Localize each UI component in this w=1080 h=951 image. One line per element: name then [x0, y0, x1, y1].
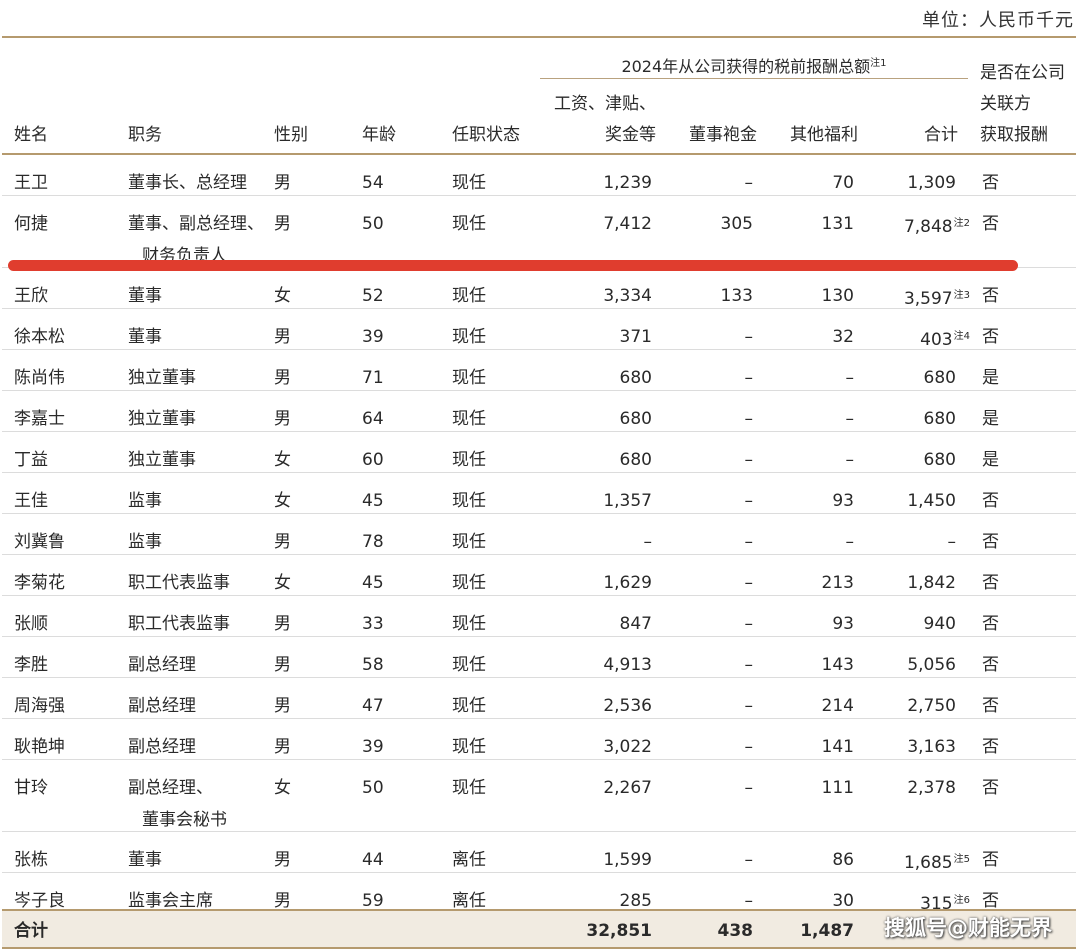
total-value: 1,842	[907, 573, 956, 593]
unit-label: 单位：人民币千元	[922, 10, 1074, 31]
table-row: 张顺 职工代表监事男 33 现任 847–93 940 否	[2, 596, 1076, 637]
total-value: 7,848	[903, 217, 953, 237]
total-value: 680	[923, 368, 956, 388]
header-related-line1: 是否在公司	[980, 63, 1065, 83]
cell-director-fee: –	[744, 778, 754, 798]
total-label: 合计	[14, 921, 48, 941]
table-row: 张栋 董事男 44 离任 1,599–86 1,685注5 否	[2, 832, 1076, 873]
table-row: 王欣 董事女 52 现任 3,334 133 130 3,597注3 否	[2, 268, 1076, 309]
table-row: 李嘉士 独立董事男 64 现任 680– –680 是	[2, 391, 1076, 432]
total-value: 680	[923, 409, 956, 429]
total-value: 1,685	[903, 853, 953, 873]
total-value: 2,750	[907, 696, 956, 716]
group-header-rule	[540, 78, 968, 79]
cell-gender: 男	[274, 214, 291, 234]
header-salary-line1: 工资、津贴、	[554, 94, 656, 114]
header-other-benefits: 其他福利	[790, 125, 858, 145]
position-line: 董事、副总经理、	[128, 214, 264, 234]
table-top-rule	[2, 36, 1076, 38]
cell-total: 2,378	[907, 772, 956, 804]
cell-name: 何捷	[14, 214, 48, 234]
footnote-marker: 注2	[953, 218, 970, 229]
footnote-marker: 注6	[953, 895, 970, 906]
cell-name: 甘玲	[14, 778, 48, 798]
total-value: 1,309	[907, 173, 956, 193]
total-value: 5,056	[907, 655, 956, 675]
cell-related-party: 否	[982, 214, 999, 234]
header-director-fee: 董事袍金	[689, 125, 757, 145]
total-value: 3,163	[907, 737, 956, 757]
table-row: 周海强 副总经理男 47 现任 2,536–214 2,750 否	[2, 678, 1076, 719]
total-value: 3,597	[903, 289, 953, 309]
table-row: 刘冀鲁 监事男 78 现任 – – – – 否	[2, 514, 1076, 555]
total-director-fee: 438	[717, 921, 754, 941]
cell-other-benefits: 111	[821, 778, 854, 798]
header-related-line3: 获取报酬	[980, 125, 1048, 145]
header-total: 合计	[924, 125, 958, 145]
cell-salary: 7,412	[603, 214, 652, 234]
table-row: 耿艳坤 副总经理男 39 现任 3,022–141 3,163 否	[2, 719, 1076, 760]
position-line: 副总经理、	[128, 778, 213, 798]
cell-gender: 女	[274, 778, 291, 798]
table-row: 王佳 监事女 45 现任 1,357–93 1,450 否	[2, 473, 1076, 514]
total-value: 403	[920, 330, 953, 350]
cell-age: 50	[362, 778, 384, 798]
header-related-line2: 关联方	[980, 94, 1031, 114]
table-row: 李菊花 职工代表监事女 45 现任 1,629–213 1,842 否	[2, 555, 1076, 596]
header-position: 职务	[128, 125, 162, 145]
header-gender: 性别	[274, 125, 308, 145]
cell-status: 现任	[452, 214, 486, 234]
cell-position: 副总经理、 董事会秘书	[128, 772, 227, 836]
table-row: 李胜 副总经理男 58 现任 4,913–143 5,056 否	[2, 637, 1076, 678]
watermark-text: 搜狐号@财能无界	[884, 916, 1052, 940]
table-row: 徐本松 董事男 39 现任 371–32 403注4 否	[2, 309, 1076, 350]
cell-status: 现任	[452, 778, 486, 798]
total-value: 940	[923, 614, 956, 634]
table-row: 丁益 独立董事女 60 现任 680– –680 是	[2, 432, 1076, 473]
header-status: 任职状态	[452, 125, 520, 145]
table-row: 甘玲 副总经理、 董事会秘书女 50 现任 2,267–111 2,378 否	[2, 760, 1076, 832]
total-other-benefits: 1,487	[800, 921, 854, 941]
cell-other-benefits: 131	[821, 214, 854, 234]
footnote-marker: 注3	[953, 290, 970, 301]
cell-total: 7,848注2	[904, 208, 970, 243]
footnote-marker: 注4	[953, 331, 970, 342]
cell-related-party: 否	[982, 778, 999, 798]
cell-director-fee: 305	[720, 214, 753, 234]
table-row: 岑子良 监事会主席男 59 离任 285–30 315注6 否	[2, 873, 1076, 914]
footnote-marker: 注5	[953, 854, 970, 865]
table-row: 陈尚伟 独立董事男 71 现任 680– –680 是	[2, 350, 1076, 391]
total-value: –	[947, 532, 957, 552]
red-highlight-underline	[8, 260, 1018, 271]
total-value: 1,450	[907, 491, 956, 511]
header-name: 姓名	[14, 125, 48, 145]
cell-age: 50	[362, 214, 384, 234]
header-salary-line2: 奖金等	[605, 125, 656, 145]
cell-salary: 2,267	[603, 778, 652, 798]
table-row: 何捷 董事、副总经理、 财务负责人男 50 现任 7,412 305 131 7,848注2 否	[2, 196, 1076, 268]
header-age: 年龄	[362, 125, 396, 145]
table-row: 王卫 董事长、总经理男 54 现任 1,239–70 1,309 否	[2, 155, 1076, 196]
total-salary: 32,851	[586, 921, 652, 941]
total-value: 2,378	[907, 778, 956, 798]
total-value: 680	[923, 450, 956, 470]
group-header: 2024年从公司获得的税前报酬总额注1	[621, 57, 887, 76]
